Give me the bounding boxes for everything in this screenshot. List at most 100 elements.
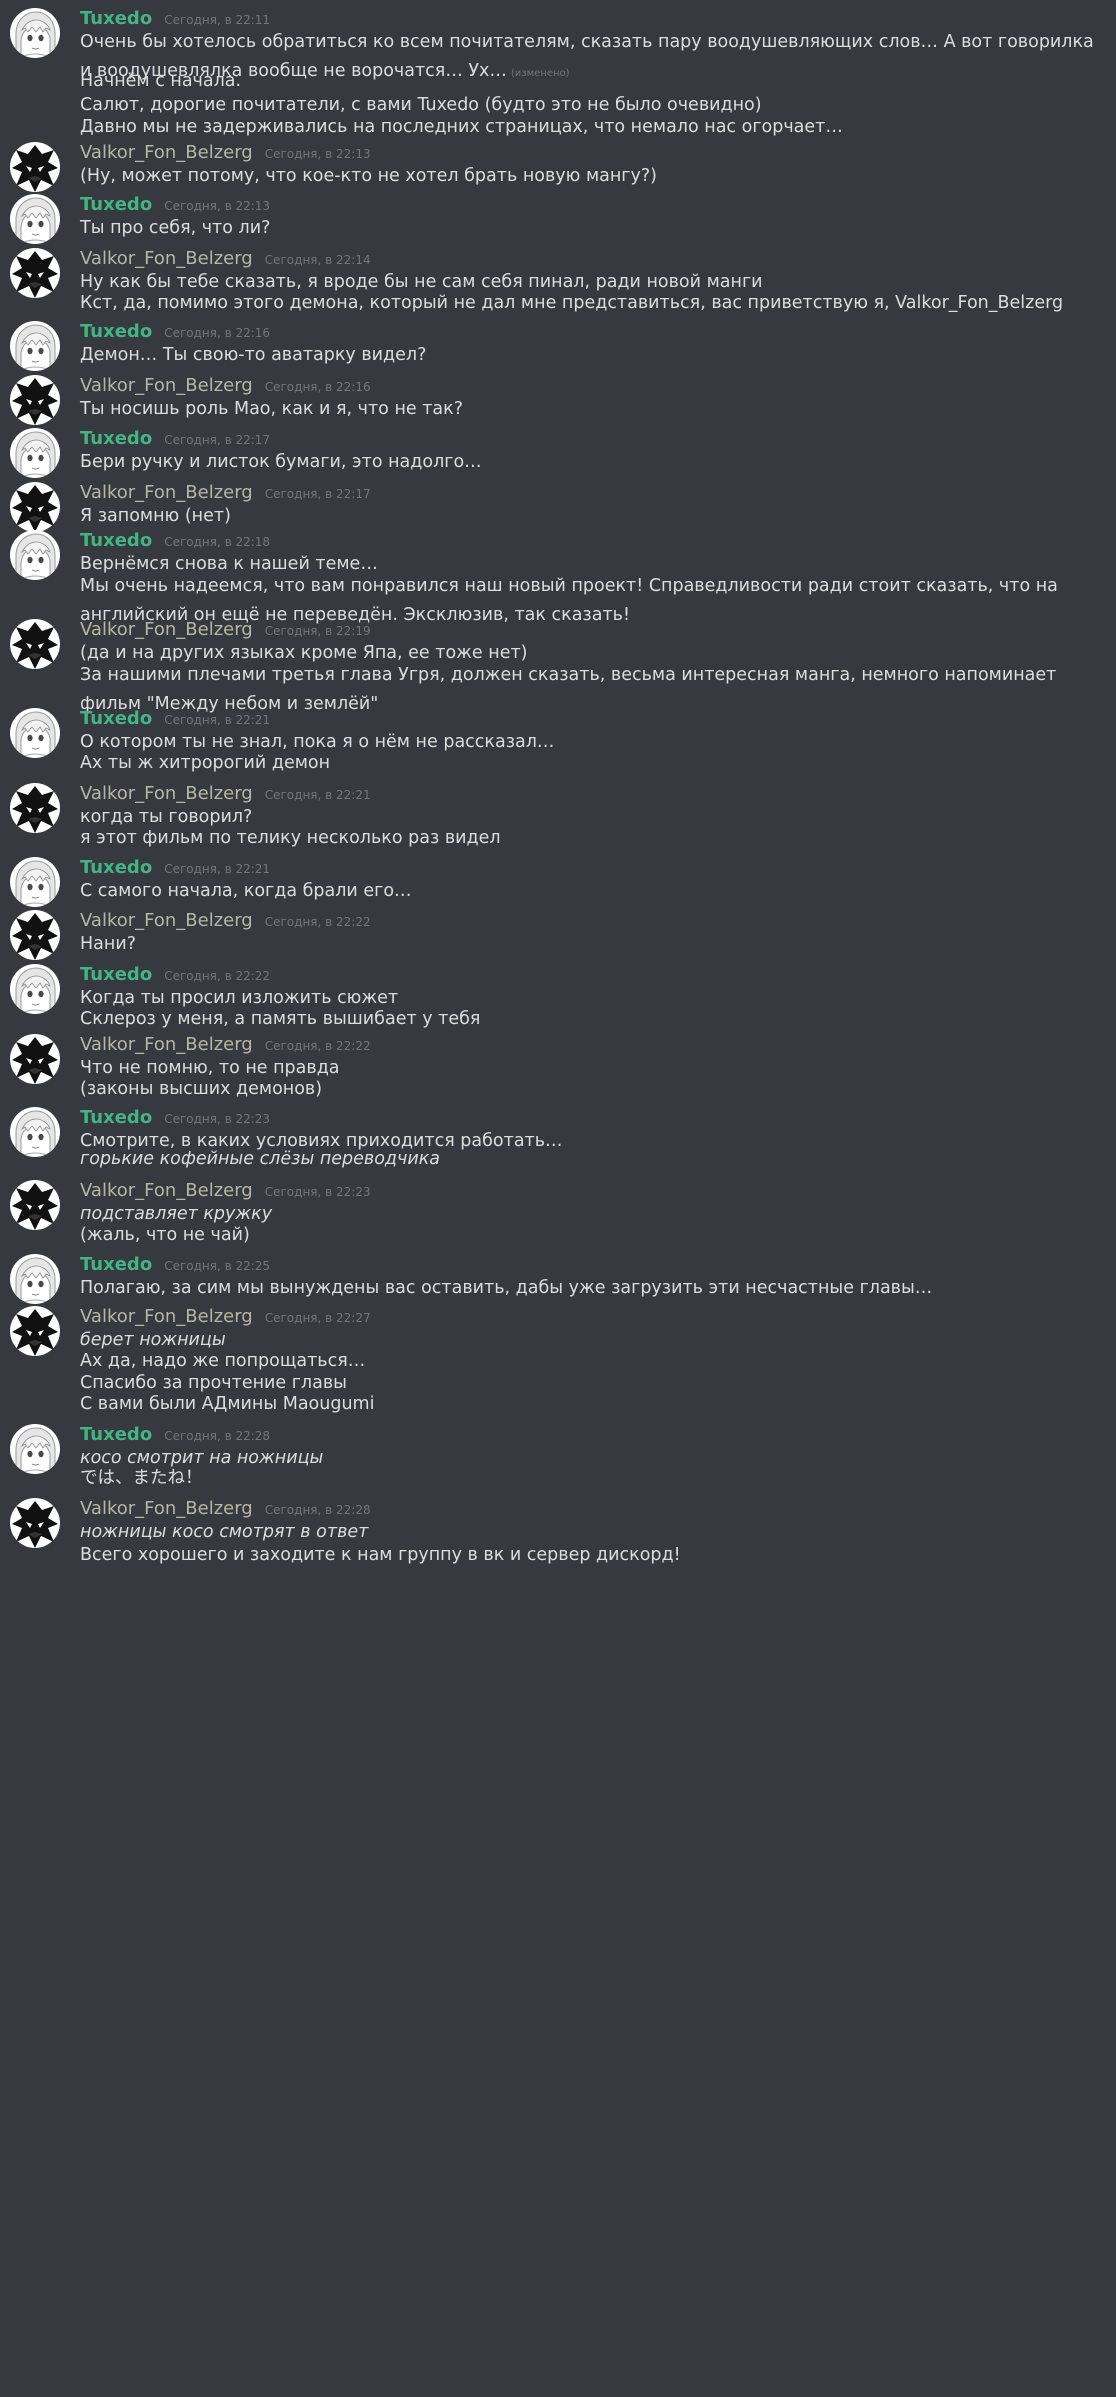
message-text-content: Ах да, надо же попрощаться…	[80, 1351, 366, 1371]
message-text-content: (законы высших демонов)	[80, 1079, 323, 1099]
message-text-content: С самого начала, когда брали его…	[80, 881, 412, 901]
message-text: Нани?	[80, 930, 1100, 959]
username[interactable]: Valkor_Fon_Belzerg	[80, 783, 253, 804]
dark-demon-avatar-icon[interactable]	[10, 910, 60, 960]
white-haired-girl-avatar-icon[interactable]	[10, 321, 60, 371]
username[interactable]: Tuxedo	[80, 428, 152, 449]
message-timestamp: Сегодня, в 22:27	[264, 1311, 371, 1325]
message-group: Tuxedo Сегодня, в 22:13 Ты про себя, что л…	[0, 194, 1116, 254]
username[interactable]: Tuxedo	[80, 1107, 152, 1128]
message-group: Valkor_Fon_Belzerg Сегодня, в 22:21 когда …	[0, 783, 1116, 848]
message-timestamp: Сегодня, в 22:21	[164, 713, 271, 727]
username[interactable]: Valkor_Fon_Belzerg	[80, 1180, 253, 1201]
white-haired-girl-avatar-icon[interactable]	[10, 1254, 60, 1304]
username[interactable]: Tuxedo	[80, 1424, 152, 1445]
dark-demon-avatar-icon[interactable]	[10, 619, 60, 669]
message-timestamp: Сегодня, в 22:13	[264, 147, 371, 161]
message-text-content: (Ну, может потому, что кое-кто не хотел …	[80, 166, 657, 186]
username[interactable]: Tuxedo	[80, 1254, 152, 1275]
white-haired-girl-avatar-icon[interactable]	[10, 530, 60, 580]
dark-demon-avatar-icon[interactable]	[10, 1180, 60, 1230]
message-timestamp: Сегодня, в 22:19	[264, 624, 371, 638]
username[interactable]: Valkor_Fon_Belzerg	[80, 1306, 253, 1327]
message-text-content: За нашими плечами третья глава Угря, дол…	[80, 665, 1057, 714]
message-group: Tuxedo Сегодня, в 22:18 Вернёмся снова к н…	[0, 530, 1116, 625]
white-haired-girl-avatar-icon[interactable]	[10, 8, 60, 58]
message-group: Tuxedo Сегодня, в 22:21 С самого начала, к…	[0, 857, 1116, 917]
dark-demon-avatar-icon[interactable]	[10, 142, 60, 192]
message-timestamp: Сегодня, в 22:16	[164, 326, 271, 340]
dark-demon-avatar-icon[interactable]	[10, 375, 60, 425]
message-text: Кст, да, помимо этого демона, который не…	[80, 289, 1100, 318]
white-haired-girl-avatar-icon[interactable]	[10, 964, 60, 1014]
message-group: Valkor_Fon_Belzerg Сегодня, в 22:19 (да и …	[0, 619, 1116, 714]
message-timestamp: Сегодня, в 22:22	[264, 1039, 371, 1053]
message-timestamp: Сегодня, в 22:25	[164, 1259, 271, 1273]
message-text-content: Я запомню (нет)	[80, 506, 231, 526]
white-haired-girl-avatar-icon[interactable]	[10, 708, 60, 758]
username[interactable]: Tuxedo	[80, 530, 152, 551]
username[interactable]: Tuxedo	[80, 857, 152, 878]
username[interactable]: Tuxedo	[80, 964, 152, 985]
message-text-content: Ты носишь роль Мао, как и я, что не так?	[80, 399, 464, 419]
message-text-content: Вернёмся снова к нашей теме…	[80, 554, 378, 574]
username[interactable]: Valkor_Fon_Belzerg	[80, 482, 253, 503]
username[interactable]: Valkor_Fon_Belzerg	[80, 619, 253, 640]
white-haired-girl-avatar-icon[interactable]	[10, 194, 60, 244]
message-text-content: Мы очень надеемся, что вам понравился на…	[80, 576, 1058, 625]
message-text-content: では、またね！	[80, 1468, 203, 1488]
message-group: Valkor_Fon_Belzerg Сегодня, в 22:13 (Ну, м…	[0, 142, 1116, 202]
message-text-content: Давно мы не задерживались на последних с…	[80, 117, 843, 137]
message-text-content: Начнём с начала.	[80, 71, 242, 91]
username[interactable]: Valkor_Fon_Belzerg	[80, 375, 253, 396]
username[interactable]: Tuxedo	[80, 8, 152, 29]
username[interactable]: Valkor_Fon_Belzerg	[80, 1034, 253, 1055]
message-text: С самого начала, когда брали его…	[80, 877, 1100, 906]
message-text: Ты про себя, что ли?	[80, 214, 1100, 243]
message-timestamp: Сегодня, в 22:22	[164, 969, 271, 983]
username[interactable]: Tuxedo	[80, 194, 152, 215]
dark-demon-avatar-icon[interactable]	[10, 248, 60, 298]
message-text: (жаль, что не чай)	[80, 1221, 1100, 1250]
username[interactable]: Valkor_Fon_Belzerg	[80, 910, 253, 931]
message-text-content: С вами были АДмины Maougumi	[80, 1394, 375, 1414]
white-haired-girl-avatar-icon[interactable]	[10, 428, 60, 478]
dark-demon-avatar-icon[interactable]	[10, 783, 60, 833]
message-timestamp: Сегодня, в 22:21	[164, 862, 271, 876]
message-group: Valkor_Fon_Belzerg Сегодня, в 22:22 Нани?	[0, 910, 1116, 970]
message-timestamp: Сегодня, в 22:22	[264, 915, 371, 929]
username[interactable]: Valkor_Fon_Belzerg	[80, 1498, 253, 1519]
message-text-content: Демон… Ты свою-то аватарку видел?	[80, 345, 427, 365]
username[interactable]: Valkor_Fon_Belzerg	[80, 248, 253, 269]
message-group: Valkor_Fon_Belzerg Сегодня, в 22:28 ножниц…	[0, 1498, 1116, 1565]
dark-demon-avatar-icon[interactable]	[10, 482, 60, 532]
message-text: Склероз у меня, а память вышибает у тебя	[80, 1005, 1100, 1034]
username[interactable]: Tuxedo	[80, 708, 152, 729]
message-text: Я запомню (нет)	[80, 502, 1100, 531]
message-text-content: Склероз у меня, а память вышибает у тебя	[80, 1009, 481, 1029]
message-group: Tuxedo Сегодня, в 22:23 Смотрите, в каких …	[0, 1107, 1116, 1169]
message-text: Ты носишь роль Мао, как и я, что не так?	[80, 395, 1100, 424]
white-haired-girl-avatar-icon[interactable]	[10, 1107, 60, 1157]
white-haired-girl-avatar-icon[interactable]	[10, 857, 60, 907]
white-haired-girl-avatar-icon[interactable]	[10, 1424, 60, 1474]
username[interactable]: Tuxedo	[80, 321, 152, 342]
message-text-content: Салют, дорогие почитатели, с вами Tuxedo…	[80, 95, 762, 115]
message-text-content: Ты про себя, что ли?	[80, 218, 271, 238]
message-timestamp: Сегодня, в 22:17	[264, 487, 371, 501]
dark-demon-avatar-icon[interactable]	[10, 1306, 60, 1356]
dark-demon-avatar-icon[interactable]	[10, 1498, 60, 1548]
message-timestamp: Сегодня, в 22:23	[264, 1185, 371, 1199]
message-timestamp: Сегодня, в 22:23	[164, 1112, 271, 1126]
message-timestamp: Сегодня, в 22:28	[164, 1429, 271, 1443]
message-text: Бери ручку и листок бумаги, это надолго…	[80, 448, 1100, 477]
message-text: Давно мы не задерживались на последних с…	[80, 113, 1100, 142]
message-text-content: ножницы косо смотрят в ответ	[80, 1522, 369, 1542]
message-group: Valkor_Fon_Belzerg Сегодня, в 22:14 Ну как…	[0, 248, 1116, 313]
username[interactable]: Valkor_Fon_Belzerg	[80, 142, 253, 163]
message-group: Valkor_Fon_Belzerg Сегодня, в 22:23 подста…	[0, 1180, 1116, 1245]
message-timestamp: Сегодня, в 22:14	[264, 253, 371, 267]
message-text: では、またね！	[80, 1464, 1100, 1493]
dark-demon-avatar-icon[interactable]	[10, 1034, 60, 1084]
chat-messages: Tuxedo Сегодня, в 22:11 Очень бы хотелось …	[0, 0, 1116, 2397]
